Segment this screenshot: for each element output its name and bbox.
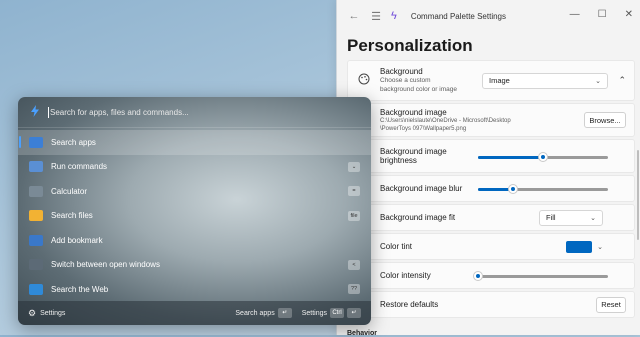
- list-item-calculator[interactable]: Calculator =: [18, 179, 371, 204]
- title-bar: ← ☰ ϟ Command Palette Settings — ☐ ✕: [337, 0, 640, 32]
- brightness-setting: Background image brightness: [347, 139, 635, 173]
- back-icon[interactable]: ←: [343, 10, 365, 22]
- shortcut-badge: =: [348, 186, 360, 196]
- intensity-slider[interactable]: [474, 272, 608, 280]
- intensity-setting: Color intensity: [347, 262, 635, 289]
- brightness-label-1: Background image: [380, 147, 447, 156]
- list-item-search-web[interactable]: Search the Web ??: [18, 277, 371, 302]
- blur-slider-fill: [478, 188, 514, 191]
- page-title: Personalization: [347, 36, 473, 55]
- palette-search-row: [18, 97, 371, 128]
- terminal-icon: [29, 161, 43, 173]
- window-switcher-icon: [29, 259, 43, 271]
- footer-settings-link[interactable]: Settings: [40, 310, 65, 317]
- list-item-search-files[interactable]: Search files file: [18, 204, 371, 229]
- background-image-path-1: C:\Users\nielslaute\OneDrive - Microsoft…: [380, 117, 511, 124]
- restore-label: Restore defaults: [380, 300, 439, 309]
- folder-icon: [29, 210, 43, 222]
- list-item-label: Search apps: [51, 137, 96, 147]
- list-item-label: Search files: [51, 211, 93, 221]
- list-item-search-apps[interactable]: Search apps: [18, 130, 371, 155]
- command-palette-logo-icon: [30, 104, 44, 120]
- calculator-icon: [29, 185, 43, 197]
- enter-key-badge: ↵: [277, 308, 292, 318]
- enter-key-badge: ↵: [347, 308, 361, 318]
- palette-results-list: Search apps Run commands ⌄ Calculator = …: [18, 130, 371, 302]
- fit-label: Background image fit: [380, 213, 456, 222]
- shortcut-badge: <: [348, 259, 360, 270]
- chevron-down-icon: ⌄: [597, 243, 603, 251]
- settings-window: ← ☰ ϟ Command Palette Settings — ☐ ✕ Per…: [336, 0, 640, 337]
- brightness-slider-fill: [478, 156, 543, 159]
- ctrl-key-badge: Ctrl: [330, 308, 344, 318]
- background-image-path-2: \PowerToys 097\Wallpaper5.png: [380, 125, 467, 132]
- list-item-switch-windows[interactable]: Switch between open windows <: [18, 253, 371, 278]
- minimize-icon[interactable]: —: [570, 9, 580, 20]
- collapse-chevron-icon[interactable]: ⌃: [618, 75, 626, 86]
- footer-settings-action[interactable]: Settings: [302, 310, 327, 317]
- palette-footer: ⚙ Settings Search apps ↵ Settings Ctrl ↵: [18, 301, 371, 325]
- restore-setting: Restore defaults Reset: [347, 291, 635, 318]
- close-icon[interactable]: ✕: [625, 9, 633, 20]
- blur-setting: Background image blur: [347, 175, 635, 202]
- shortcut-badge: file: [348, 210, 360, 221]
- fit-dropdown[interactable]: Fill ⌄: [539, 209, 603, 226]
- fit-setting: Background image fit Fill ⌄: [347, 204, 635, 231]
- list-item-run-commands[interactable]: Run commands ⌄: [18, 155, 371, 180]
- brightness-slider[interactable]: [478, 153, 608, 161]
- background-type-value: Image: [489, 76, 510, 85]
- palette-icon: [358, 73, 370, 88]
- list-item-add-bookmark[interactable]: Add bookmark: [18, 228, 371, 253]
- background-image-setting: Background image C:\Users\nielslaute\One…: [347, 103, 635, 137]
- selection-indicator: [19, 136, 21, 148]
- tint-label: Color tint: [380, 242, 413, 251]
- browse-button[interactable]: Browse...: [584, 112, 626, 128]
- window-title: Command Palette Settings: [410, 11, 506, 21]
- reset-button[interactable]: Reset: [596, 296, 626, 313]
- intensity-label: Color intensity: [380, 271, 431, 280]
- list-item-label: Switch between open windows: [51, 260, 160, 270]
- footer-primary-action[interactable]: Search apps: [235, 310, 274, 317]
- chevron-down-icon: ⌄: [590, 214, 596, 222]
- command-palette: Search apps Run commands ⌄ Calculator = …: [18, 97, 371, 325]
- behavior-section-header: Behavior: [347, 330, 377, 337]
- brightness-slider-thumb[interactable]: [539, 153, 547, 161]
- window-controls: — ☐ ✕: [570, 9, 633, 20]
- shortcut-badge: ⌄: [348, 161, 360, 172]
- brightness-label-2: brightness: [380, 156, 417, 165]
- list-item-label: Calculator: [51, 186, 88, 196]
- background-image-label: Background image: [380, 107, 447, 117]
- background-type-dropdown[interactable]: Image ⌄: [482, 72, 608, 89]
- fit-value: Fill: [546, 213, 556, 222]
- menu-icon[interactable]: ☰: [365, 10, 387, 23]
- list-item-label: Run commands: [51, 162, 108, 172]
- background-setting[interactable]: Background Choose a custom background co…: [347, 60, 635, 101]
- background-label: Background: [380, 67, 423, 76]
- tint-setting: Color tint ⌄: [347, 233, 635, 260]
- maximize-icon[interactable]: ☐: [598, 9, 607, 20]
- globe-icon: [29, 283, 43, 295]
- blur-slider-thumb[interactable]: [509, 185, 518, 193]
- settings-list: Background Choose a custom background co…: [347, 60, 635, 320]
- scrollbar[interactable]: [637, 150, 639, 240]
- background-desc-2: background color or image: [380, 86, 457, 93]
- background-desc-1: Choose a custom: [380, 77, 431, 84]
- intensity-slider-thumb[interactable]: [474, 272, 482, 280]
- apps-icon: [29, 136, 43, 148]
- list-item-label: Search the Web: [51, 284, 109, 294]
- shortcut-badge: ??: [348, 284, 360, 294]
- gear-icon[interactable]: ⚙: [28, 308, 36, 319]
- palette-search-input[interactable]: [49, 107, 340, 117]
- tint-color-picker[interactable]: ⌄: [566, 240, 603, 253]
- list-item-label: Add bookmark: [51, 235, 103, 245]
- chevron-down-icon: ⌄: [595, 77, 601, 85]
- blur-slider[interactable]: [478, 185, 608, 193]
- bookmark-icon: [29, 234, 43, 246]
- tint-swatch[interactable]: [566, 240, 593, 253]
- app-logo-icon: ϟ: [391, 10, 397, 22]
- blur-label: Background image blur: [380, 184, 463, 193]
